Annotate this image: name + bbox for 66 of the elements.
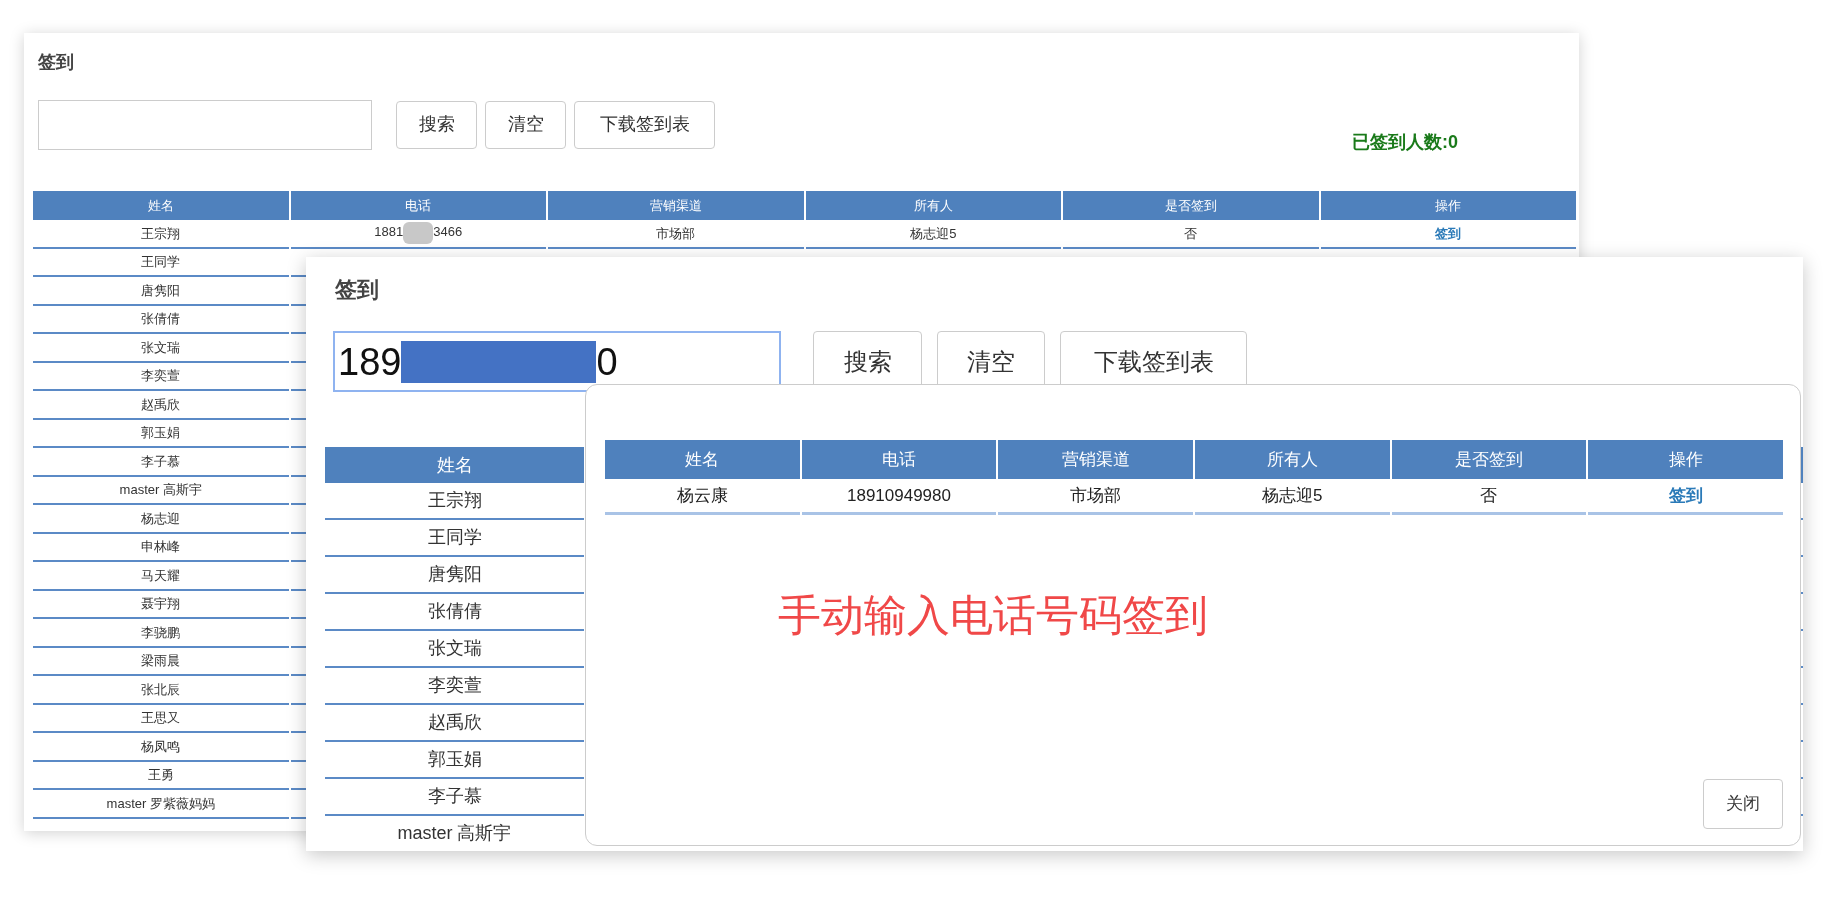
table-cell: 张文瑞 <box>33 334 289 363</box>
table-cell: 王宗翔 <box>33 220 289 249</box>
toolbar-button[interactable]: 下载签到表 <box>574 100 715 149</box>
window-title: 签到 <box>37 51 75 74</box>
table-cell: 杨云康 <box>605 479 800 515</box>
table-cell: 杨志迎5 <box>1194 479 1390 515</box>
table-cell: 张北辰 <box>33 676 289 705</box>
table-cell: master 罗紫薇妈妈 <box>33 790 289 819</box>
table-cell: 否 <box>1063 220 1319 249</box>
table-cell: 唐隽阳 <box>33 277 289 306</box>
table-cell: 杨凤鸣 <box>33 733 289 762</box>
table-cell: 王勇 <box>33 761 289 790</box>
table-cell: 李骁鹏 <box>33 619 289 648</box>
table-cell: 王同学 <box>325 520 584 557</box>
table-cell: 1881 <box>374 224 404 240</box>
column-header: 操作 <box>1588 440 1783 479</box>
table-cell: 张文瑞 <box>325 631 584 668</box>
table-cell: 李子慕 <box>325 779 584 816</box>
table-cell: 赵禹欣 <box>33 391 289 420</box>
table-cell: 梁雨晨 <box>33 647 289 676</box>
table-cell: 市场部 <box>548 220 804 249</box>
table-cell: 聂宇翔 <box>33 590 289 619</box>
column-header: 姓名 <box>325 447 584 483</box>
column-header: 所有人 <box>1194 440 1390 479</box>
table-cell: 李子慕 <box>33 448 289 477</box>
column-header: 是否签到 <box>1063 191 1319 220</box>
sign-in-link[interactable]: 签到 <box>1668 485 1703 505</box>
instruction-text: 手动输入电话号码签到 <box>778 589 1208 642</box>
table-cell: 杨志迎5 <box>805 220 1061 249</box>
table-cell: 申林峰 <box>33 533 289 562</box>
toolbar-button[interactable]: 搜索 <box>396 100 477 149</box>
column-header: 是否签到 <box>1391 440 1587 479</box>
table-cell: 王思又 <box>33 704 289 733</box>
sign-in-link[interactable]: 签到 <box>1435 225 1462 241</box>
table-cell: 王同学 <box>33 248 289 277</box>
column-header: 所有人 <box>805 191 1061 220</box>
table-cell: 郭玉娟 <box>33 419 289 448</box>
table-cell: 18910949980 <box>801 479 997 515</box>
column-header: 营销渠道 <box>998 440 1193 479</box>
close-button[interactable]: 关闭 <box>1703 779 1783 829</box>
table-cell: 张倩倩 <box>33 305 289 334</box>
column-header: 电话 <box>290 191 546 220</box>
search-field[interactable]: 189 0 <box>333 331 781 392</box>
table-cell: 张倩倩 <box>325 594 584 631</box>
column-header: 电话 <box>801 440 997 479</box>
toolbar-button[interactable]: 清空 <box>485 100 566 149</box>
table-cell: 市场部 <box>998 479 1193 515</box>
blur-patch <box>403 222 434 245</box>
window-title: 签到 <box>334 276 380 304</box>
signed-count: 已签到人数:0 <box>1352 131 1458 154</box>
table-cell: 马天耀 <box>33 562 289 591</box>
table-cell: 3466 <box>433 224 463 240</box>
table-cell: 李奕萱 <box>325 668 584 705</box>
table-cell: 赵禹欣 <box>325 705 584 742</box>
table-cell: 李奕萱 <box>33 362 289 391</box>
column-header: 姓名 <box>605 440 800 479</box>
table-cell: master 高斯宇 <box>33 476 289 505</box>
column-header: 营销渠道 <box>548 191 804 220</box>
table-cell: 王宗翔 <box>325 483 584 520</box>
table-cell: 郭玉娟 <box>325 742 584 779</box>
search-field[interactable] <box>38 99 372 150</box>
table-cell: 杨志迎 <box>33 505 289 534</box>
column-header: 操作 <box>1320 191 1576 220</box>
table-cell: 唐隽阳 <box>325 557 584 594</box>
column-header: 姓名 <box>33 191 289 220</box>
table-cell: 否 <box>1391 479 1587 515</box>
